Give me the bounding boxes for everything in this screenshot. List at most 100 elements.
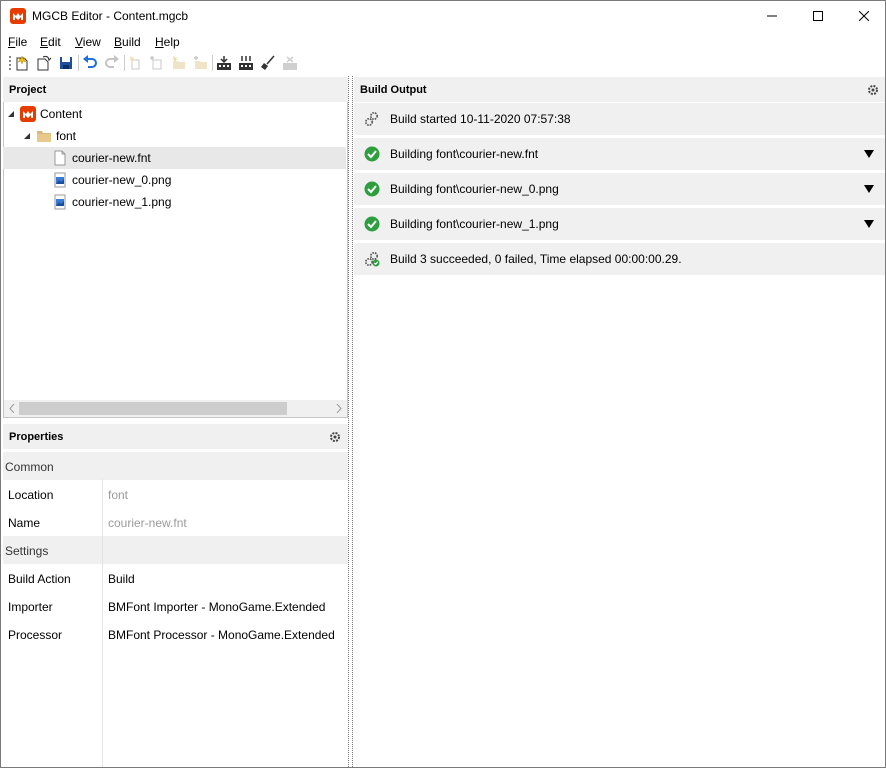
property-grid-divider[interactable] bbox=[102, 479, 103, 767]
new-item-icon bbox=[129, 56, 140, 70]
cancel-build-icon bbox=[283, 56, 297, 70]
menu-build-rest: uild bbox=[122, 35, 141, 49]
menu-view-rest: iew bbox=[82, 35, 101, 49]
build-button[interactable] bbox=[215, 54, 233, 72]
new-project-icon bbox=[16, 55, 28, 71]
add-existing-item-icon bbox=[150, 56, 162, 70]
tree-expanded-arrow-icon[interactable] bbox=[23, 132, 31, 140]
property-row-location[interactable]: Location font bbox=[3, 480, 348, 508]
menu-build-mnemonic: B bbox=[114, 35, 123, 49]
rebuild-button[interactable] bbox=[237, 54, 255, 72]
redo-button[interactable] bbox=[103, 54, 121, 72]
build-output-entry[interactable]: Building font\courier-new_0.png bbox=[354, 173, 885, 205]
menu-view[interactable]: View bbox=[75, 35, 101, 49]
tree-item-folder[interactable]: font bbox=[3, 125, 346, 147]
menu-help-mnemonic: H bbox=[155, 35, 164, 49]
property-category-label: Common bbox=[5, 460, 54, 474]
minimize-button[interactable] bbox=[749, 1, 795, 31]
project-horizontal-scrollbar[interactable] bbox=[4, 400, 347, 417]
add-existing-folder-button[interactable] bbox=[192, 54, 210, 72]
window-title: MGCB Editor - Content.mgcb bbox=[32, 9, 189, 23]
mgcb-editor-window: MGCB Editor - Content.mgcb File Edit Vie… bbox=[0, 0, 886, 768]
title-bar[interactable]: MGCB Editor - Content.mgcb bbox=[1, 1, 885, 31]
tree-item-label: font bbox=[56, 129, 77, 143]
new-project-button[interactable] bbox=[13, 54, 31, 72]
file-icon bbox=[54, 150, 66, 166]
build-output-text: Build started 10-11-2020 07:57:38 bbox=[390, 112, 571, 126]
menu-edit[interactable]: Edit bbox=[40, 35, 61, 49]
build-output-text: Building font\courier-new_1.png bbox=[390, 217, 559, 231]
undo-button[interactable] bbox=[81, 54, 99, 72]
menu-file[interactable]: File bbox=[8, 35, 27, 49]
save-icon bbox=[60, 57, 72, 69]
new-item-button[interactable] bbox=[127, 54, 145, 72]
image-file-icon bbox=[54, 172, 66, 188]
panel-splitter[interactable] bbox=[348, 76, 353, 768]
build-output-text: Building font\courier-new_0.png bbox=[390, 182, 559, 196]
toolbar-grip[interactable] bbox=[9, 56, 11, 70]
build-output-text: Building font\courier-new.fnt bbox=[390, 147, 539, 161]
build-output-entry[interactable]: Build started 10-11-2020 07:57:38 bbox=[354, 103, 885, 135]
redo-icon bbox=[105, 55, 119, 68]
menu-view-mnemonic: V bbox=[75, 35, 83, 49]
property-row-name[interactable]: Name courier-new.fnt bbox=[3, 508, 348, 536]
save-project-button[interactable] bbox=[57, 54, 75, 72]
property-name: Processor bbox=[8, 628, 63, 642]
toolbar-separator bbox=[78, 55, 79, 71]
property-value: courier-new.fnt bbox=[108, 516, 187, 530]
rebuild-icon bbox=[239, 56, 253, 70]
property-value: font bbox=[108, 488, 129, 502]
toolbar-separator bbox=[212, 55, 213, 71]
cancel-build-button[interactable] bbox=[281, 54, 299, 72]
clean-button[interactable] bbox=[259, 54, 277, 72]
property-name: Importer bbox=[8, 600, 53, 614]
project-panel-title: Project bbox=[9, 84, 47, 96]
tree-item-file-selected[interactable]: courier-new.fnt bbox=[3, 147, 346, 169]
property-category-common[interactable]: Common bbox=[3, 452, 348, 480]
property-row-build-action[interactable]: Build Action Build bbox=[3, 564, 348, 592]
tree-item-label: courier-new_0.png bbox=[72, 173, 172, 187]
build-output-entry[interactable]: Building font\courier-new_1.png bbox=[354, 208, 885, 240]
success-check-icon bbox=[364, 146, 380, 162]
build-output-entry[interactable]: Building font\courier-new.fnt bbox=[354, 138, 885, 170]
tree-item-file[interactable]: courier-new_1.png bbox=[3, 191, 346, 213]
add-existing-item-button[interactable] bbox=[148, 54, 166, 72]
property-category-label: Settings bbox=[5, 544, 49, 558]
scroll-left-icon[interactable] bbox=[8, 404, 16, 413]
image-file-icon bbox=[54, 194, 66, 210]
clean-icon bbox=[261, 55, 275, 70]
expand-arrow-icon[interactable] bbox=[864, 149, 874, 159]
folder-icon bbox=[37, 131, 51, 142]
toolbar-separator bbox=[124, 55, 125, 71]
menu-build[interactable]: Build bbox=[114, 35, 141, 49]
property-value[interactable]: Build bbox=[108, 572, 135, 586]
build-output-entry[interactable]: Build 3 succeeded, 0 failed, Time elapse… bbox=[354, 243, 885, 275]
add-existing-folder-icon bbox=[194, 56, 207, 69]
expand-arrow-icon[interactable] bbox=[864, 219, 874, 229]
tree-item-label: Content bbox=[40, 107, 83, 121]
gear-icon[interactable] bbox=[867, 84, 879, 96]
property-row-importer[interactable]: Importer BMFont Importer - MonoGame.Exte… bbox=[3, 592, 348, 620]
expand-arrow-icon[interactable] bbox=[864, 184, 874, 194]
tree-item-file[interactable]: courier-new_0.png bbox=[3, 169, 346, 191]
property-value[interactable]: BMFont Importer - MonoGame.Extended bbox=[108, 600, 325, 614]
properties-panel-title: Properties bbox=[9, 431, 64, 443]
menu-help[interactable]: Help bbox=[155, 35, 180, 49]
tree-item-content[interactable]: Content bbox=[3, 103, 346, 125]
property-category-settings[interactable]: Settings bbox=[3, 536, 348, 564]
scrollbar-thumb[interactable] bbox=[19, 402, 287, 415]
property-row-processor[interactable]: Processor BMFont Processor - MonoGame.Ex… bbox=[3, 620, 348, 648]
new-folder-icon bbox=[172, 56, 185, 69]
maximize-icon bbox=[813, 11, 823, 21]
gear-icon[interactable] bbox=[329, 431, 341, 443]
property-value[interactable]: BMFont Processor - MonoGame.Extended bbox=[108, 628, 335, 642]
maximize-button[interactable] bbox=[795, 1, 841, 31]
property-name: Location bbox=[8, 488, 54, 502]
open-project-button[interactable] bbox=[35, 54, 53, 72]
menu-edit-rest: dit bbox=[48, 35, 61, 49]
new-folder-button[interactable] bbox=[170, 54, 188, 72]
tree-expanded-arrow-icon[interactable] bbox=[7, 110, 15, 118]
properties-panel-header: Properties bbox=[3, 424, 348, 449]
scroll-right-icon[interactable] bbox=[335, 404, 343, 413]
close-button[interactable] bbox=[841, 1, 886, 31]
